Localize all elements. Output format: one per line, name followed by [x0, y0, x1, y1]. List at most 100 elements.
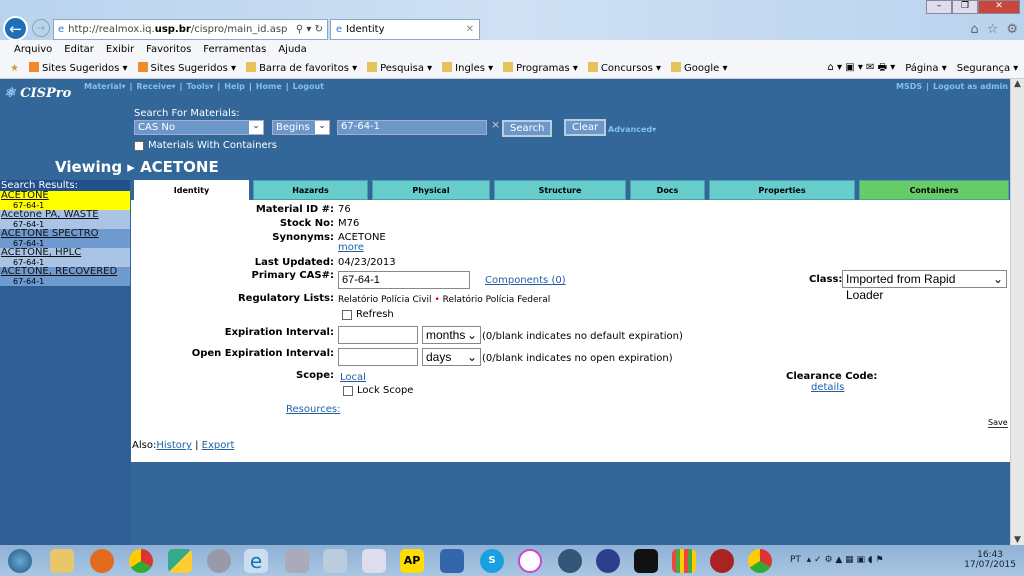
result-item[interactable]: ACETONE, HPLC 67-64-1 — [0, 248, 130, 267]
scrollbar[interactable]: ▲ ▼ — [1010, 79, 1024, 545]
search-operator-select[interactable]: Begins ⌄ — [272, 120, 330, 135]
ie-icon: e — [58, 24, 65, 35]
containers-checkbox[interactable] — [134, 140, 144, 151]
favorites-star-icon[interactable]: ★ — [10, 63, 19, 74]
nav-tools[interactable]: Tools▾ — [186, 82, 213, 91]
fav-item[interactable]: Concursos ▾ — [587, 62, 661, 74]
paint-icon[interactable] — [323, 549, 347, 573]
network-icon[interactable] — [440, 549, 464, 573]
safari-icon[interactable] — [207, 549, 231, 573]
menu-favoritos[interactable]: Favoritos — [146, 44, 191, 55]
nav-logout[interactable]: Logout — [293, 82, 324, 91]
forward-button[interactable]: → — [32, 19, 50, 37]
menu-editar[interactable]: Editar — [64, 44, 94, 55]
tab-properties[interactable]: Properties — [709, 180, 855, 200]
address-bar[interactable]: e http://realmox.iq.usp.br/cispro/main_i… — [53, 19, 328, 40]
components-link[interactable]: Components (0) — [485, 275, 566, 286]
flask-icon[interactable] — [710, 549, 734, 573]
eclipse-icon[interactable] — [596, 549, 620, 573]
menu-exibir[interactable]: Exibir — [106, 44, 134, 55]
search-refresh-icons[interactable]: ⚲ ▾ ↻ — [296, 24, 327, 35]
chrome-icon-2[interactable] — [748, 549, 772, 573]
nav-home[interactable]: Home — [256, 82, 282, 91]
scope-link[interactable]: Local — [340, 372, 366, 383]
close-button[interactable]: ✕ — [978, 0, 1020, 14]
result-item[interactable]: Acetone PA, WASTE 67-64-1 — [0, 210, 130, 229]
tab-containers[interactable]: Containers — [859, 180, 1009, 200]
home-icon[interactable]: ⌂ — [970, 22, 978, 37]
resources-link[interactable]: Resources: — [286, 404, 340, 415]
command-icons[interactable]: ⌂ ▾ ▣ ▾ ✉ 🖶 ▾ — [827, 60, 895, 77]
thunderbird-icon[interactable] — [558, 549, 582, 573]
menu-ferramentas[interactable]: Ferramentas — [203, 44, 266, 55]
clear-input-icon[interactable]: × — [491, 118, 500, 131]
security-menu[interactable]: Segurança ▾ — [957, 63, 1019, 74]
open-expiration-unit-select[interactable]: days ⌄ — [422, 348, 481, 366]
result-item[interactable]: ACETONE, RECOVERED 67-64-1 — [0, 267, 130, 286]
more-link[interactable]: more — [338, 242, 364, 253]
menu-ajuda[interactable]: Ajuda — [278, 44, 306, 55]
expiration-input[interactable] — [338, 326, 418, 344]
result-item[interactable]: ACETONE 67-64-1 — [0, 191, 130, 210]
clear-button[interactable]: Clear — [564, 119, 607, 136]
result-item[interactable]: ACETONE SPECTRO 67-64-1 — [0, 229, 130, 248]
itunes-icon[interactable] — [518, 549, 542, 573]
skype-icon[interactable]: S — [480, 549, 504, 573]
advanced-toggle[interactable]: Advanced▾ — [608, 125, 656, 134]
minimize-button[interactable]: – — [926, 0, 952, 14]
refresh-checkbox[interactable] — [342, 309, 352, 320]
tab-identity[interactable]: Identity — [134, 180, 249, 200]
apps-icon[interactable] — [672, 549, 696, 573]
chrome-icon[interactable] — [129, 549, 153, 573]
fav-item[interactable]: Programas ▾ — [503, 62, 578, 74]
ap-icon[interactable]: AP — [400, 549, 424, 573]
fav-item[interactable]: Barra de favoritos ▾ — [246, 62, 357, 74]
open-expiration-input[interactable] — [338, 348, 418, 366]
page-menu[interactable]: Página ▾ — [905, 63, 947, 74]
search-field-select[interactable]: CAS No ⌄ — [134, 120, 264, 135]
menu-arquivo[interactable]: Arquivo — [14, 44, 52, 55]
updated-label: Last Updated: — [254, 257, 334, 268]
tab-structure[interactable]: Structure — [494, 180, 626, 200]
nav-material[interactable]: Material▾ — [84, 82, 125, 91]
explorer-icon[interactable] — [50, 549, 74, 573]
details-link[interactable]: details — [811, 382, 844, 393]
history-link[interactable]: History — [156, 440, 192, 451]
scanner-icon[interactable] — [285, 549, 309, 573]
primary-cas-input[interactable]: 67-64-1 — [338, 271, 470, 289]
ie-taskbar-icon[interactable]: e — [244, 549, 268, 573]
start-button[interactable] — [8, 549, 32, 573]
close-tab-icon[interactable]: ✕ — [466, 24, 474, 35]
fav-item[interactable]: Ingles ▾ — [442, 62, 493, 74]
fav-item[interactable]: Sites Sugeridos ▾ — [137, 62, 236, 74]
firefox-icon[interactable] — [90, 549, 114, 573]
browser-tab[interactable]: e Identity ✕ — [330, 19, 480, 40]
search-input[interactable]: 67-64-1 — [337, 120, 487, 135]
nav-receive[interactable]: Receive▾ — [136, 82, 175, 91]
fav-item[interactable]: Sites Sugeridos ▾ — [28, 62, 128, 74]
expiration-unit-select[interactable]: months ⌄ — [422, 326, 481, 344]
tab-physical[interactable]: Physical — [372, 180, 490, 200]
calculator-icon[interactable] — [362, 549, 386, 573]
save-button[interactable]: Save — [988, 418, 1008, 428]
nav-help[interactable]: Help — [224, 82, 245, 91]
nav-logout-admin[interactable]: Logout as admin — [933, 82, 1008, 91]
fav-item[interactable]: Pesquisa ▾ — [367, 62, 432, 74]
fav-item[interactable]: Google ▾ — [671, 62, 727, 74]
export-link[interactable]: Export — [202, 440, 235, 451]
nav-msds[interactable]: MSDS — [896, 82, 922, 91]
tab-hazards[interactable]: Hazards — [253, 180, 368, 200]
gear-icon[interactable]: ⚙ — [1006, 22, 1018, 37]
url-text: http://realmox.iq.usp.br/cispro/main_id.… — [68, 24, 288, 35]
search-button[interactable]: Search — [502, 120, 553, 137]
back-button[interactable]: ← — [3, 16, 28, 41]
drive-icon[interactable] — [168, 549, 192, 573]
language-indicator[interactable]: PT — [790, 555, 801, 565]
class-select[interactable]: Imported from Rapid Loader ⌄ — [842, 270, 1007, 302]
maximize-button[interactable]: ❐ — [952, 0, 978, 14]
clock[interactable]: 16:43 17/07/2015 — [964, 550, 1016, 570]
cmd-icon[interactable] — [634, 549, 658, 573]
star-icon[interactable]: ☆ — [987, 22, 999, 37]
tab-docs[interactable]: Docs — [630, 180, 705, 200]
lock-scope-checkbox[interactable] — [343, 385, 353, 396]
